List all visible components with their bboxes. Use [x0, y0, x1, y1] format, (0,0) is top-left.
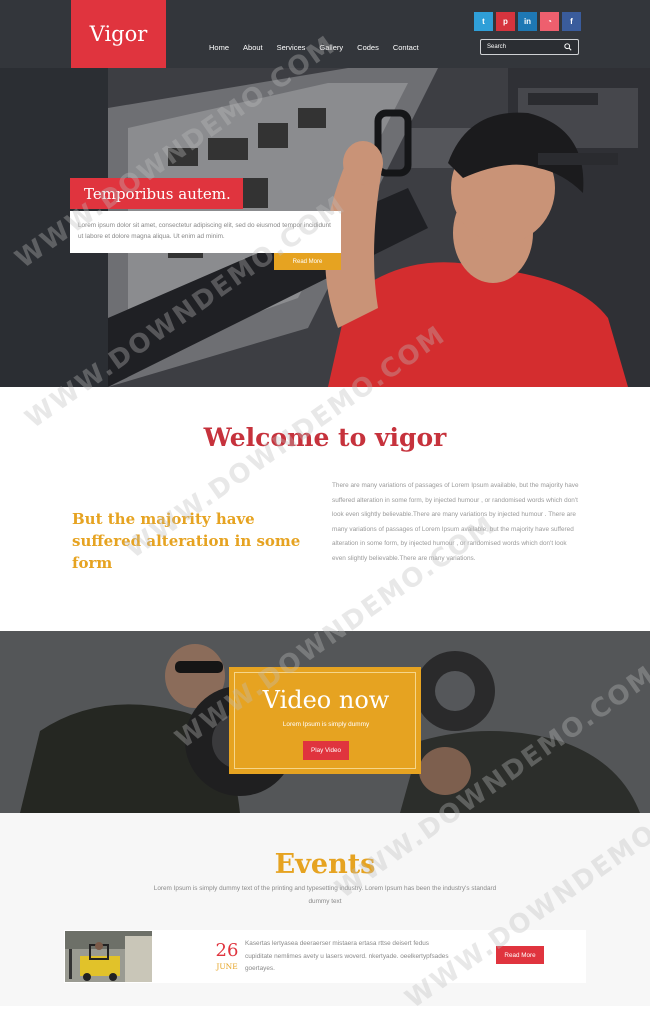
- event-image: [65, 931, 152, 982]
- rss-icon[interactable]: ◔: [540, 12, 559, 31]
- social-links: t p in ◔ f: [474, 12, 581, 31]
- linkedin-icon[interactable]: in: [518, 12, 537, 31]
- nav-item-about[interactable]: About: [243, 43, 263, 52]
- event-forklift-illustration: [65, 931, 152, 982]
- welcome-paragraph: There are many variations of passages of…: [332, 482, 579, 562]
- hero-title: Temporibus autem.: [84, 184, 231, 203]
- events-description: Lorem Ipsum is simply dummy text of the …: [153, 885, 497, 905]
- top-bar: Vigor Home About Services Gallery Codes …: [0, 0, 650, 68]
- event-text: Kasertas lertyasea deeraerser mistaera e…: [245, 940, 449, 972]
- nav-item-home[interactable]: Home: [209, 43, 229, 52]
- logo[interactable]: Vigor: [71, 0, 166, 68]
- hero-read-more-button[interactable]: Read More: [274, 253, 341, 270]
- hero-text: Lorem ipsum dolor sit amet, consectetur …: [78, 222, 331, 240]
- video-box: Video now Lorem Ipsum is simply dummy Pl…: [229, 667, 421, 774]
- hero-title-box: Temporibus autem.: [70, 178, 243, 209]
- nav-item-contact[interactable]: Contact: [393, 43, 419, 52]
- main-nav: Home About Services Gallery Codes Contac…: [209, 43, 433, 52]
- logo-text: Vigor: [89, 22, 148, 46]
- search-input[interactable]: Search: [480, 39, 579, 55]
- facebook-icon[interactable]: f: [562, 12, 581, 31]
- search-placeholder: Search: [487, 44, 507, 50]
- twitter-icon[interactable]: t: [474, 12, 493, 31]
- welcome-title: Welcome to vigor: [203, 423, 447, 452]
- search-icon[interactable]: [564, 43, 572, 51]
- pinterest-icon[interactable]: p: [496, 12, 515, 31]
- nav-item-gallery[interactable]: Gallery: [319, 43, 343, 52]
- video-subtitle: Lorem Ipsum is simply dummy: [282, 721, 370, 728]
- welcome-section: Welcome to vigor But the majority have s…: [0, 387, 650, 631]
- event-card: 26 JUNE Kasertas lertyasea deeraerser mi…: [64, 930, 586, 983]
- nav-item-services[interactable]: Services: [277, 43, 306, 52]
- events-title: Events: [274, 849, 376, 880]
- video-inner-border: Video now Lorem Ipsum is simply dummy Pl…: [234, 672, 416, 769]
- hero-card: Lorem ipsum dolor sit amet, consectetur …: [70, 211, 341, 253]
- hero-section: Vigor Home About Services Gallery Codes …: [0, 0, 650, 387]
- welcome-subtitle: But the majority have suffered alteratio…: [72, 510, 301, 572]
- video-title: Video now: [262, 686, 390, 714]
- play-video-button[interactable]: Play Video: [303, 741, 349, 760]
- video-section: Video now Lorem Ipsum is simply dummy Pl…: [0, 631, 650, 813]
- events-section: Events Lorem Ipsum is simply dummy text …: [0, 813, 650, 1006]
- nav-item-codes[interactable]: Codes: [357, 43, 379, 52]
- event-read-more-button[interactable]: Read More: [496, 946, 544, 964]
